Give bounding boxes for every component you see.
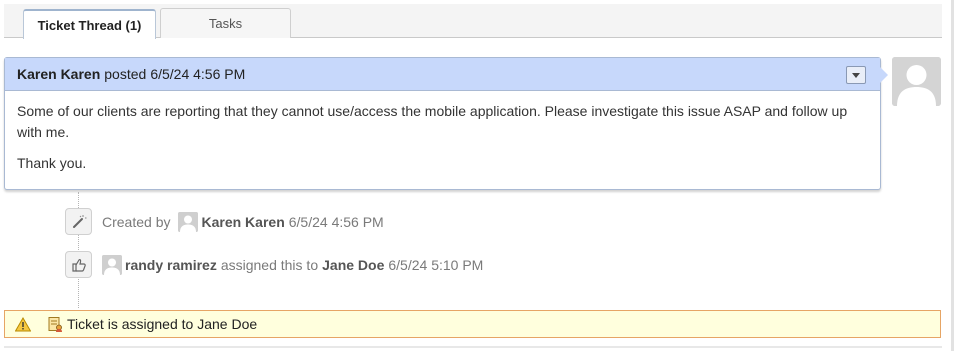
- tab-bar: Ticket Thread (1) Tasks: [4, 4, 942, 39]
- tab-tasks[interactable]: Tasks: [160, 8, 291, 38]
- warning-icon: [15, 316, 31, 332]
- thread-entry-body: Some of our clients are reporting that t…: [5, 91, 880, 174]
- entry-body-paragraph: Thank you.: [17, 155, 87, 171]
- entry-pointer-arrow: [880, 67, 888, 83]
- thread-entry-header: Karen Karen posted 6/5/24 4:56 PM: [5, 58, 888, 91]
- event-created-prefix: Created by: [102, 213, 171, 230]
- ticket-assign-icon: [47, 316, 63, 332]
- magic-wand-icon: [65, 208, 92, 235]
- entry-timestamp: 6/5/24 4:56 PM: [150, 66, 246, 82]
- event-assigned: randy ramirez assigned this to Jane Doe …: [65, 251, 483, 278]
- chevron-down-icon: [852, 72, 860, 78]
- entry-action: posted: [104, 66, 147, 82]
- thread-entry: Karen Karen posted 6/5/24 4:56 PM Some o…: [4, 57, 888, 190]
- author-avatar: [892, 57, 941, 106]
- divider: [4, 346, 942, 348]
- event-assigned-user[interactable]: randy ramirez: [125, 257, 217, 273]
- avatar: [102, 254, 122, 275]
- window-edge: [951, 0, 954, 351]
- thumbs-pointing-hand-icon: [65, 251, 92, 278]
- avatar: [178, 211, 199, 232]
- entry-body-paragraph: Some of our clients are reporting that t…: [17, 103, 848, 140]
- tab-ticket-thread[interactable]: Ticket Thread (1): [23, 9, 156, 39]
- user-silhouette-icon: [892, 57, 941, 106]
- assignment-notice: Ticket is assigned to Jane Doe: [4, 310, 941, 338]
- user-silhouette-icon: [178, 211, 199, 232]
- event-assigned-text: assigned this to: [220, 256, 319, 273]
- entry-author[interactable]: Karen Karen: [17, 66, 100, 82]
- user-silhouette-icon: [102, 254, 122, 275]
- entry-options-button[interactable]: [846, 66, 866, 84]
- assignment-notice-text: Ticket is assigned to Jane Doe: [67, 316, 258, 332]
- event-created: Created by Karen Karen 6/5/24 4:56 PM: [65, 208, 384, 235]
- event-assignee[interactable]: Jane Doe: [322, 257, 384, 273]
- event-assigned-timestamp: 6/5/24 5:10 PM: [388, 256, 484, 273]
- event-created-timestamp: 6/5/24 4:56 PM: [288, 213, 384, 230]
- event-created-user[interactable]: Karen Karen: [201, 214, 284, 230]
